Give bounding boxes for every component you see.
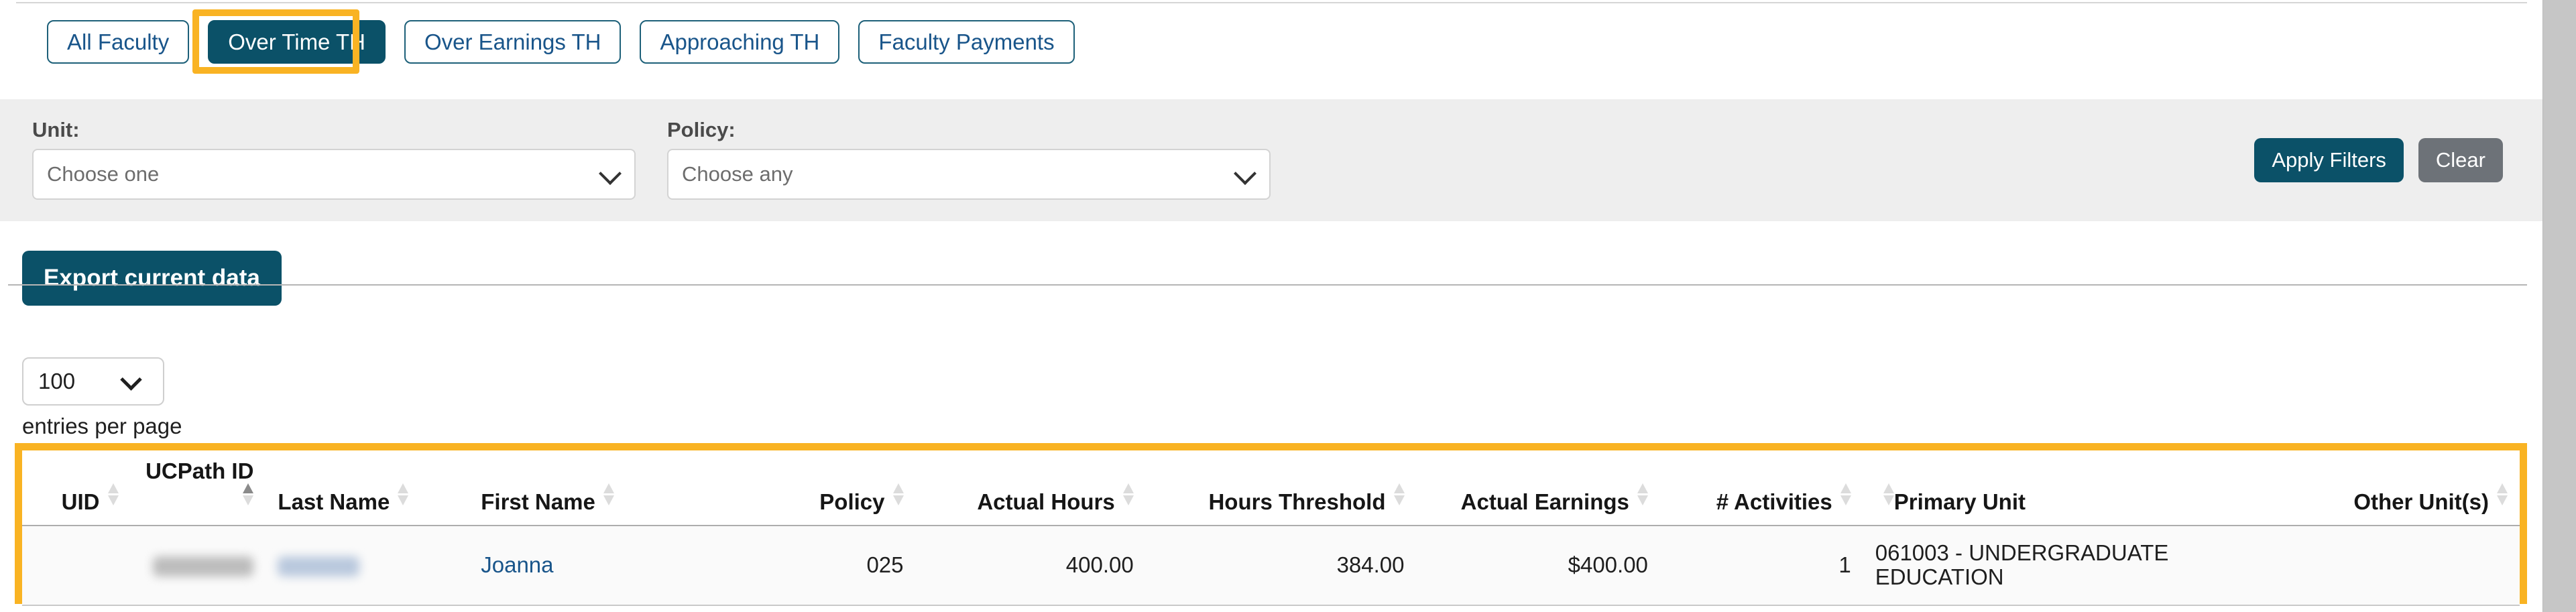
cell-policy: 025 [713, 526, 916, 605]
column-header-policy[interactable]: Policy [713, 450, 916, 526]
results-table-highlight-box: UID UCPath ID Last Name First Name Polic… [15, 443, 2527, 604]
tab-approaching-th[interactable]: Approaching TH [640, 20, 839, 64]
chevron-down-icon [1234, 162, 1256, 185]
apply-filters-button[interactable]: Apply Filters [2254, 138, 2404, 182]
redacted-value [153, 556, 253, 576]
cell-actual-earnings: $400.00 [1417, 526, 1660, 605]
cell-activities: 1 [1660, 526, 1863, 605]
sort-icon[interactable] [1394, 483, 1405, 514]
column-header-uid[interactable]: UID [22, 450, 131, 526]
filter-panel: Unit: Choose one Policy: Choose any Appl… [0, 99, 2543, 221]
column-header-actual-hours[interactable]: Actual Hours [916, 450, 1146, 526]
tab-bar: All Faculty Over Time TH Over Earnings T… [0, 9, 1094, 74]
sort-icon-ascending[interactable] [243, 483, 253, 514]
unit-select-value: Choose one [47, 162, 159, 186]
cell-first-name[interactable]: Joanna [469, 526, 712, 605]
redacted-link-value [278, 556, 359, 576]
sort-icon[interactable] [893, 483, 904, 514]
sort-icon[interactable] [398, 483, 408, 514]
entries-per-page-value: 100 [38, 369, 75, 394]
app-page: All Faculty Over Time TH Over Earnings T… [0, 0, 2543, 612]
cell-last-name[interactable] [266, 526, 469, 605]
top-divider [16, 2, 2527, 3]
sort-icon[interactable] [108, 483, 119, 514]
sort-icon[interactable] [603, 483, 614, 514]
tab-all-faculty[interactable]: All Faculty [47, 20, 189, 64]
column-header-ucpath-id[interactable]: UCPath ID [131, 450, 266, 526]
unit-select[interactable]: Choose one [32, 149, 636, 200]
column-header-last-name[interactable]: Last Name [266, 450, 469, 526]
entries-per-page: 100 entries per page [22, 357, 182, 439]
cell-other-units [2296, 526, 2520, 605]
column-header-first-name[interactable]: First Name [469, 450, 712, 526]
entries-per-page-select[interactable]: 100 [22, 357, 164, 406]
tab-over-time-th[interactable]: Over Time TH [208, 20, 386, 64]
table-row: Joanna 025 400.00 384.00 $400.00 1 06100… [22, 526, 2520, 605]
policy-select-value: Choose any [682, 162, 793, 186]
column-header-other-units[interactable]: Other Unit(s) [2296, 450, 2520, 526]
cell-actual-hours: 400.00 [916, 526, 1146, 605]
filter-actions: Apply Filters Clear [2254, 138, 2503, 182]
tab-faculty-payments[interactable]: Faculty Payments [858, 20, 1074, 64]
clear-filters-button[interactable]: Clear [2418, 138, 2503, 182]
policy-filter: Policy: Choose any [667, 118, 1271, 200]
export-current-data-button[interactable]: Export current data [22, 251, 282, 306]
sort-icon[interactable] [1883, 483, 1894, 514]
first-name-link[interactable]: Joanna [481, 552, 553, 577]
policy-filter-label: Policy: [667, 118, 1271, 142]
column-header-hours-threshold[interactable]: Hours Threshold [1146, 450, 1417, 526]
chevron-down-icon [120, 369, 142, 391]
tab-over-earnings-th[interactable]: Over Earnings TH [404, 20, 621, 64]
policy-select[interactable]: Choose any [667, 149, 1271, 200]
sort-icon[interactable] [1123, 483, 1134, 514]
cell-primary-unit: 061003 - UNDERGRADUATE EDUCATION [1863, 526, 2296, 605]
column-header-activities[interactable]: # Activities [1660, 450, 1863, 526]
entries-per-page-caption: entries per page [22, 414, 182, 439]
results-table: UID UCPath ID Last Name First Name Polic… [22, 450, 2520, 606]
page-scrollbar[interactable] [2542, 0, 2576, 612]
column-header-actual-earnings[interactable]: Actual Earnings [1417, 450, 1660, 526]
section-divider [8, 284, 2527, 286]
sort-icon[interactable] [2497, 483, 2508, 514]
unit-filter-label: Unit: [32, 118, 636, 142]
unit-filter: Unit: Choose one [32, 118, 636, 200]
cell-uid [22, 526, 131, 605]
sort-icon[interactable] [1637, 483, 1648, 514]
table-header-row: UID UCPath ID Last Name First Name Polic… [22, 450, 2520, 526]
column-header-primary-unit[interactable]: Primary Unit [1863, 450, 2296, 526]
chevron-down-icon [599, 162, 622, 185]
cell-ucpath-id [131, 526, 266, 605]
cell-hours-threshold: 384.00 [1146, 526, 1417, 605]
sort-icon[interactable] [1840, 483, 1851, 514]
